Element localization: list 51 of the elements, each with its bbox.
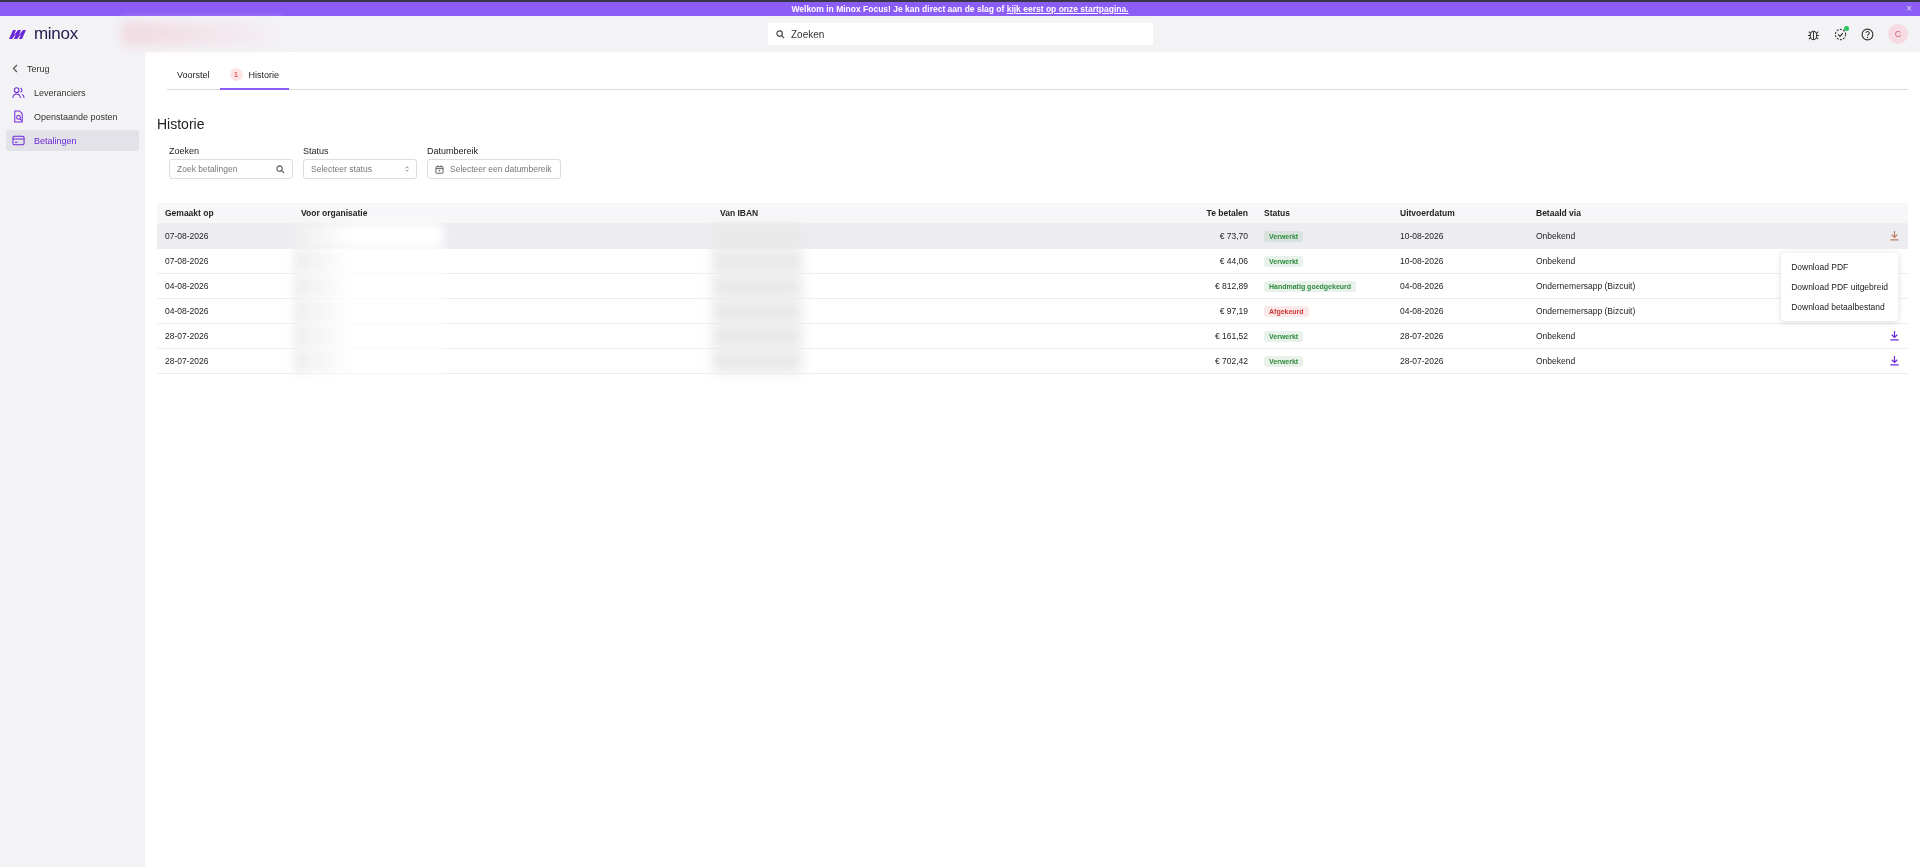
column-header: Gemaakt op [157,203,293,224]
table-cell: € 73,70 [1148,223,1256,249]
column-header: Status [1256,203,1392,224]
table-cell: € 97,19 [1148,298,1256,324]
help-icon[interactable] [1861,27,1874,41]
search-field[interactable]: Zoeken [768,23,1153,45]
date-range-field[interactable]: Selecteer een datumbereik [427,159,561,179]
calendar-icon [435,164,444,174]
status-dropdown[interactable]: Selecteer status [303,159,417,179]
startpage-link[interactable]: kijk eerst op onze startpagina. [1006,4,1129,14]
back-link[interactable]: Terug [6,58,139,79]
download-icon[interactable] [1889,354,1900,366]
search-field[interactable]: Zoek betalingen [169,159,293,179]
logo-text: minox [34,24,78,44]
document-search-icon [12,110,25,123]
filter-label: Status [303,146,330,156]
column-header: Voor organisatie [293,203,712,224]
table-cell: € 702,42 [1148,348,1256,374]
table-cell: 28-07-2026 [1392,348,1528,374]
filter-label: Datumbereik [427,146,480,156]
people-icon [12,86,25,99]
tab[interactable]: Voorstel [167,62,220,90]
chevron-left-icon [12,64,18,73]
column-header: Uitvoerdatum [1392,203,1528,224]
page-heading: Historie [157,116,206,132]
table-cell: Onbekend [1528,348,1852,374]
column-header: Van IBAN [712,203,1148,224]
table-cell: 04-08-2026 [1392,273,1528,299]
sidebar-item[interactable]: Leveranciers [6,82,139,103]
table-cell: 04-08-2026 [1392,298,1528,324]
column-header: Te betalen [1148,203,1256,224]
filter-label: Zoeken [169,146,201,156]
table-cell: Onbekend [1528,323,1852,349]
search-icon [776,29,785,39]
sidebar-item[interactable]: Betalingen [6,130,139,151]
table-cell: € 161,52 [1148,323,1256,349]
table-cell: € 44,06 [1148,248,1256,274]
table-cell: 28-07-2026 [1392,323,1528,349]
count-badge: 1 [229,68,243,81]
table-cell: 10-08-2026 [1392,223,1528,249]
sidebar-item[interactable]: Openstaande posten [6,106,139,127]
table-cell: 10-08-2026 [1392,248,1528,274]
tab[interactable]: 1 Historie [219,62,290,90]
download-icon[interactable] [1889,329,1900,341]
tasks-icon[interactable] [1834,27,1847,41]
table-cell: Onbekend [1528,223,1852,249]
search-icon [276,164,285,174]
column-header: Betaald via [1528,203,1852,224]
banner-text: Welkom in Minox Focus! Je kan direct aan de slag of kijk eerst op onze startpagina. [791,4,1129,14]
card-icon [12,134,25,147]
table-cell: € 812,89 [1148,273,1256,299]
